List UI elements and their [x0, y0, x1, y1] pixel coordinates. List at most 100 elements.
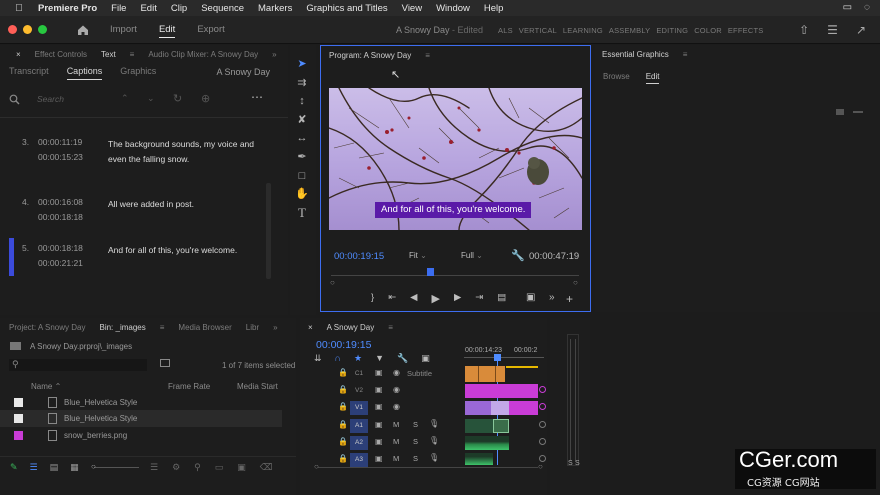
quick-export-icon[interactable]: ☰: [827, 23, 838, 37]
menu-window[interactable]: Window: [436, 3, 470, 14]
tab-import[interactable]: Import: [110, 24, 137, 38]
caption-item-selected[interactable]: 5. 00:00:18:18 00:00:21:21 And for all o…: [0, 238, 272, 287]
tab-audio-clip-mixer[interactable]: Audio Clip Mixer: A Snowy Day: [148, 50, 258, 59]
essential-graphics-title[interactable]: Essential Graphics: [602, 50, 669, 59]
video-clip[interactable]: [465, 401, 491, 415]
menu-markers[interactable]: Markers: [258, 3, 292, 14]
clip-end-handle[interactable]: [539, 455, 546, 462]
playhead-marker[interactable]: [427, 268, 435, 276]
settings-icon[interactable]: »: [549, 292, 555, 303]
control-center-icon[interactable]: ◌: [864, 2, 870, 13]
zoom-slider[interactable]: [94, 467, 139, 468]
microphone-icon[interactable]: 🎙: [429, 419, 439, 428]
new-bin-icon[interactable]: ▭: [215, 462, 224, 473]
menu-file[interactable]: File: [111, 3, 126, 14]
microphone-icon[interactable]: 🎙: [429, 436, 439, 445]
audio-clip-waveform[interactable]: [465, 453, 493, 465]
more-options-icon[interactable]: ⋯: [251, 90, 263, 104]
lock-icon[interactable]: 🔒: [338, 454, 348, 463]
track-v2[interactable]: 🔒 V2 ▣ ◉: [300, 383, 546, 400]
track-v1[interactable]: 🔒 V1 ▣ ◉: [300, 400, 546, 417]
track-c1[interactable]: 🔒 C1 ▣ ◉ Subtitle: [300, 366, 544, 383]
timeline-settings-icon[interactable]: 🔧: [397, 353, 408, 364]
wrench-icon[interactable]: 🔧: [511, 249, 525, 262]
go-to-out-icon[interactable]: ⇥: [475, 292, 483, 305]
add-caption-icon[interactable]: ⊕: [201, 92, 210, 105]
tab-edit[interactable]: Edit: [158, 24, 176, 38]
list-view-icon[interactable]: ☰: [30, 462, 38, 473]
ws-tab-editing[interactable]: EDITING: [656, 26, 688, 35]
more-panels-icon[interactable]: »: [273, 323, 277, 332]
scrollbar[interactable]: [266, 183, 271, 279]
apple-icon[interactable]: : [12, 3, 26, 14]
graphic-clip[interactable]: [465, 384, 538, 398]
more-panels-icon[interactable]: »: [272, 50, 276, 59]
freeform-view-icon[interactable]: ▦: [70, 462, 79, 473]
track-select-tool-icon[interactable]: ⇉: [295, 76, 309, 90]
menu-sequence[interactable]: Sequence: [201, 3, 244, 14]
mute-button[interactable]: M: [393, 420, 399, 429]
solo-button[interactable]: S: [413, 454, 418, 463]
fullscreen-icon[interactable]: ↗: [856, 23, 866, 37]
close-icon[interactable]: ×: [16, 50, 21, 59]
project-item[interactable]: Blue_Helvetica Style: [0, 394, 282, 411]
sync-lock-icon[interactable]: ▣: [375, 420, 383, 429]
replace-icon[interactable]: ↻: [173, 92, 182, 105]
mute-button[interactable]: M: [393, 437, 399, 446]
timeline-zoom-bar[interactable]: [318, 467, 538, 468]
tab-timeline-sequence[interactable]: A Snowy Day: [327, 323, 375, 332]
program-monitor-title[interactable]: Program: A Snowy Day: [329, 51, 411, 60]
microphone-icon[interactable]: 🎙: [429, 453, 439, 462]
video-clip[interactable]: [491, 401, 509, 415]
eye-icon[interactable]: ◉: [393, 402, 400, 411]
minimize-window-button[interactable]: [23, 25, 32, 34]
snap-icon[interactable]: ∩: [335, 353, 341, 364]
captions-icon[interactable]: ▣: [421, 353, 430, 364]
zoom-handle-right[interactable]: ○: [538, 462, 543, 471]
caption-text[interactable]: All were added in post.: [108, 197, 268, 212]
lock-icon[interactable]: 🔒: [338, 368, 348, 377]
caption-text[interactable]: The background sounds, my voice and even…: [108, 137, 268, 167]
selection-tool-icon[interactable]: ➤: [295, 57, 309, 71]
hand-tool-icon[interactable]: ✋: [295, 187, 309, 201]
ws-tab-learning[interactable]: LEARNING: [563, 26, 603, 35]
new-search-bin-icon[interactable]: [160, 359, 170, 367]
fit-dropdown[interactable]: Fit ⌄: [409, 251, 427, 260]
lock-icon[interactable]: 🔒: [338, 437, 348, 446]
column-name[interactable]: Name ⌃: [31, 382, 61, 391]
menu-clip[interactable]: Clip: [171, 3, 187, 14]
tab-text[interactable]: Text: [101, 50, 116, 59]
menu-edit[interactable]: Edit: [140, 3, 156, 14]
graphic-clip[interactable]: [509, 401, 538, 415]
tab-edit-graphics[interactable]: Edit: [645, 72, 660, 84]
sort-icons-icon[interactable]: ☰: [150, 462, 158, 473]
eye-icon[interactable]: ◉: [393, 368, 400, 377]
linked-selection-icon[interactable]: ★: [354, 353, 362, 364]
ws-tab-vertical[interactable]: VERTICAL: [519, 26, 557, 35]
clip-end-handle[interactable]: [539, 386, 546, 393]
chevron-down-icon[interactable]: ⌄: [147, 93, 155, 104]
project-item-selected[interactable]: Blue_Helvetica Style: [0, 410, 282, 427]
time-ruler[interactable]: [464, 357, 544, 358]
lock-icon[interactable]: 🔒: [338, 420, 348, 429]
sync-lock-icon[interactable]: ▣: [375, 385, 383, 394]
search-input[interactable]: Search: [37, 94, 64, 104]
ws-tab-assembly[interactable]: ASSEMBLY: [609, 26, 650, 35]
caption-item[interactable]: 4. 00:00:16:08 00:00:18:18 All were adde…: [0, 197, 272, 241]
pencil-icon[interactable]: ✎: [10, 462, 18, 473]
menu-view[interactable]: View: [402, 3, 422, 14]
slip-tool-icon[interactable]: ↔: [295, 131, 309, 145]
sync-lock-icon[interactable]: ▣: [375, 454, 383, 463]
zoom-handle-right[interactable]: ○: [573, 278, 578, 287]
new-item-icon[interactable]: ▣: [237, 462, 246, 473]
clip-end-handle[interactable]: [539, 403, 546, 410]
subtab-graphics[interactable]: Graphics: [120, 66, 156, 80]
panel-menu-icon[interactable]: ≡: [388, 323, 393, 332]
solo-button[interactable]: S: [413, 420, 418, 429]
automate-icon[interactable]: ⚙: [172, 462, 180, 473]
solo-right-button[interactable]: S: [575, 460, 580, 467]
panel-menu-icon[interactable]: ≡: [425, 51, 430, 60]
caption-clip[interactable]: [465, 366, 505, 382]
eye-icon[interactable]: ◉: [393, 385, 400, 394]
video-frame[interactable]: And for all of this, you're welcome.: [329, 88, 582, 230]
